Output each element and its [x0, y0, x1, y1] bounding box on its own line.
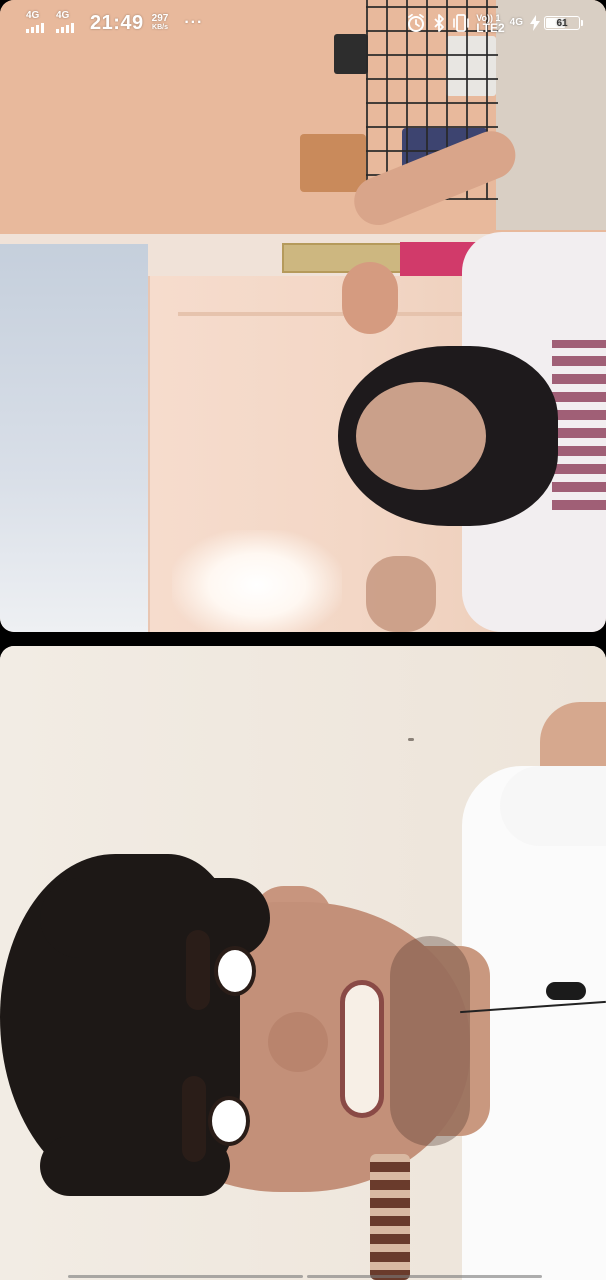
- remote-person-shirt-print: [552, 340, 606, 510]
- local-video-tile[interactable]: [0, 646, 606, 1280]
- bluetooth-icon: [433, 13, 445, 33]
- video-call-screen: 4G 4G 21:49 297 KB/s ··· Vo)) 1 LTE2 4G …: [0, 0, 606, 1280]
- remote-scene-object: [300, 134, 366, 192]
- alarm-icon: [406, 13, 426, 33]
- remote-scene-light-wall: [0, 244, 148, 632]
- lte-label: LTE2: [476, 21, 505, 35]
- earphone-mic: [546, 982, 586, 1000]
- vibrate-icon: [452, 13, 470, 33]
- local-scene-speck: [408, 738, 414, 741]
- local-person-eyebrow: [186, 930, 210, 1010]
- sim1-network-label: 4G: [26, 10, 40, 21]
- remote-person-hand: [342, 262, 398, 334]
- local-person-mouth: [340, 980, 384, 1118]
- network-speed-unit: KB/s: [152, 24, 168, 31]
- network-type-label: 4G: [509, 17, 523, 28]
- charging-icon: [530, 15, 540, 31]
- remote-scene-door-edge: [178, 312, 478, 316]
- sim2-network-label: 4G: [56, 10, 70, 21]
- network-speed: 297 KB/s: [152, 14, 169, 32]
- local-person-eye: [214, 946, 256, 996]
- battery-icon: 61: [544, 16, 583, 30]
- local-person-scarf: [370, 1154, 410, 1280]
- local-person-nose: [268, 1012, 328, 1072]
- volte-indicator: Vo)) 1 LTE2: [476, 13, 505, 35]
- remote-person-face: [356, 382, 486, 490]
- network-speed-value: 297: [151, 13, 169, 24]
- status-bar: 4G 4G 21:49 297 KB/s ··· Vo)) 1 LTE2 4G …: [0, 0, 606, 46]
- remote-scene-light-glow: [172, 530, 342, 632]
- status-bar-right: Vo)) 1 LTE2 4G 61: [399, 13, 583, 35]
- clock: 21:49: [90, 11, 144, 34]
- home-indicator[interactable]: [68, 1275, 542, 1278]
- sim1-signal-icon: 4G: [26, 10, 52, 34]
- remote-video-tile[interactable]: [0, 0, 606, 632]
- local-person-eyebrow: [182, 1076, 206, 1162]
- status-bar-left: 4G 4G 21:49 297 KB/s ···: [26, 10, 204, 35]
- local-person-beard: [390, 936, 470, 1146]
- battery-percent: 61: [556, 17, 568, 29]
- sim2-signal-icon: 4G: [56, 10, 82, 34]
- local-person-eye: [208, 1096, 250, 1146]
- local-person-shoulder: [500, 766, 606, 846]
- remote-person-hand: [366, 556, 436, 632]
- more-notifications-icon: ···: [184, 14, 204, 31]
